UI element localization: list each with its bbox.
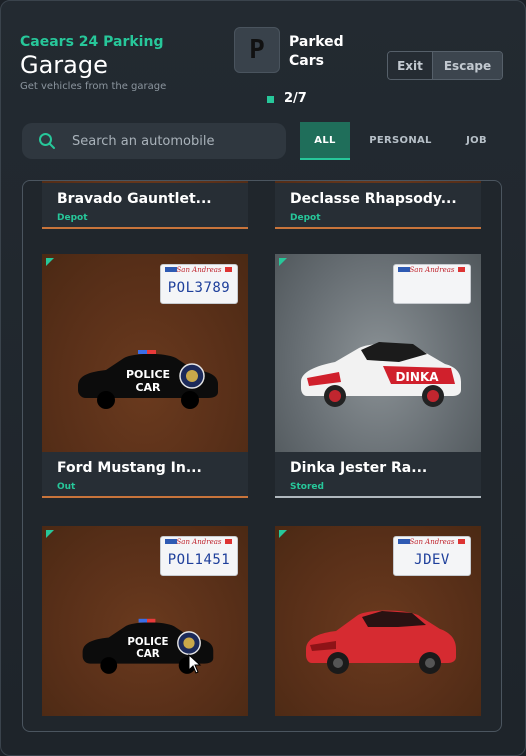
vehicle-card[interactable]: San Andreas JDEV <box>275 526 481 716</box>
vehicle-status: Depot <box>290 213 321 223</box>
sports-car-icon <box>306 610 456 674</box>
corner-marker-icon <box>279 530 287 538</box>
vehicle-status: Depot <box>57 213 88 223</box>
corner-marker-icon <box>46 258 54 266</box>
corner-marker-icon <box>279 258 287 266</box>
parked-line-1: Parked <box>289 34 344 50</box>
vehicle-info: Ford Mustang In... Out <box>42 452 248 498</box>
license-plate: San Andreas POL3789 <box>160 264 238 304</box>
license-plate: San Andreas POL1451 <box>160 536 238 576</box>
category-tabs: ALL PERSONAL JOB <box>300 122 502 160</box>
brand-label: Caears 24 Parking <box>20 34 164 50</box>
search-input[interactable] <box>72 123 277 159</box>
search-bar[interactable] <box>22 123 286 159</box>
plate-flag-icon <box>458 267 465 272</box>
tab-job[interactable]: JOB <box>451 122 502 160</box>
police-car-icon: POLICE CAR <box>78 350 218 409</box>
plate-number: POL1451 <box>167 552 231 568</box>
parking-p-icon: P <box>234 27 280 73</box>
vehicle-name: Declasse Rhapsody... <box>290 191 457 207</box>
svg-text:POLICE: POLICE <box>127 636 168 648</box>
vehicle-info: Declasse Rhapsody... Depot <box>275 183 481 229</box>
vehicle-name: Ford Mustang In... <box>57 460 202 476</box>
plate-flag-icon <box>225 267 232 272</box>
exit-button[interactable]: Exit <box>388 52 432 79</box>
vehicle-card[interactable]: San Andreas POL3789 POLICE CAR Ford Must… <box>42 254 248 498</box>
vehicle-info: Dinka Jester Ra... Stored <box>275 452 481 498</box>
corner-marker-icon <box>46 530 54 538</box>
plate-number: POL3789 <box>167 280 231 296</box>
svg-text:CAR: CAR <box>136 648 159 660</box>
mouse-cursor-icon <box>188 654 202 674</box>
parked-cars-label: Parked Cars <box>289 33 344 71</box>
svg-text:CAR: CAR <box>135 381 161 394</box>
vehicle-name: Bravado Gauntlet... <box>57 191 212 207</box>
vehicle-status: Stored <box>290 482 324 492</box>
escape-key-hint[interactable]: Escape <box>432 52 502 79</box>
vehicle-card[interactable]: San Andreas DINKA Dinka Jester Ra... Sto… <box>275 254 481 498</box>
tab-personal[interactable]: PERSONAL <box>350 122 451 160</box>
vehicle-status: Out <box>57 482 76 492</box>
svg-text:POLICE: POLICE <box>126 368 170 381</box>
exit-escape-group: Exit Escape <box>387 51 503 80</box>
page-title: Garage <box>20 51 108 79</box>
race-car-icon: DINKA <box>301 342 461 407</box>
license-plate: San Andreas <box>393 264 471 304</box>
count-indicator-icon <box>267 96 274 103</box>
vehicle-name: Dinka Jester Ra... <box>290 460 428 476</box>
vehicle-grid[interactable]: Bravado Gauntlet... Depot Declasse Rhaps… <box>22 180 502 732</box>
plate-flag-icon <box>458 539 465 544</box>
page-subtitle: Get vehicles from the garage <box>20 81 167 92</box>
parked-count: 2/7 <box>284 91 307 106</box>
license-plate: San Andreas JDEV <box>393 536 471 576</box>
tab-all[interactable]: ALL <box>300 122 350 160</box>
parked-line-2: Cars <box>289 53 324 69</box>
plate-number: JDEV <box>414 552 450 568</box>
vehicle-card[interactable]: San Andreas POL1451 POLICE CAR <box>42 526 248 716</box>
plate-flag-icon <box>225 539 232 544</box>
vehicle-card[interactable]: Declasse Rhapsody... Depot <box>275 181 481 229</box>
car-decal: DINKA <box>395 370 439 384</box>
vehicle-card[interactable]: Bravado Gauntlet... Depot <box>42 181 248 229</box>
vehicle-info: Bravado Gauntlet... Depot <box>42 183 248 229</box>
search-icon <box>39 133 55 149</box>
